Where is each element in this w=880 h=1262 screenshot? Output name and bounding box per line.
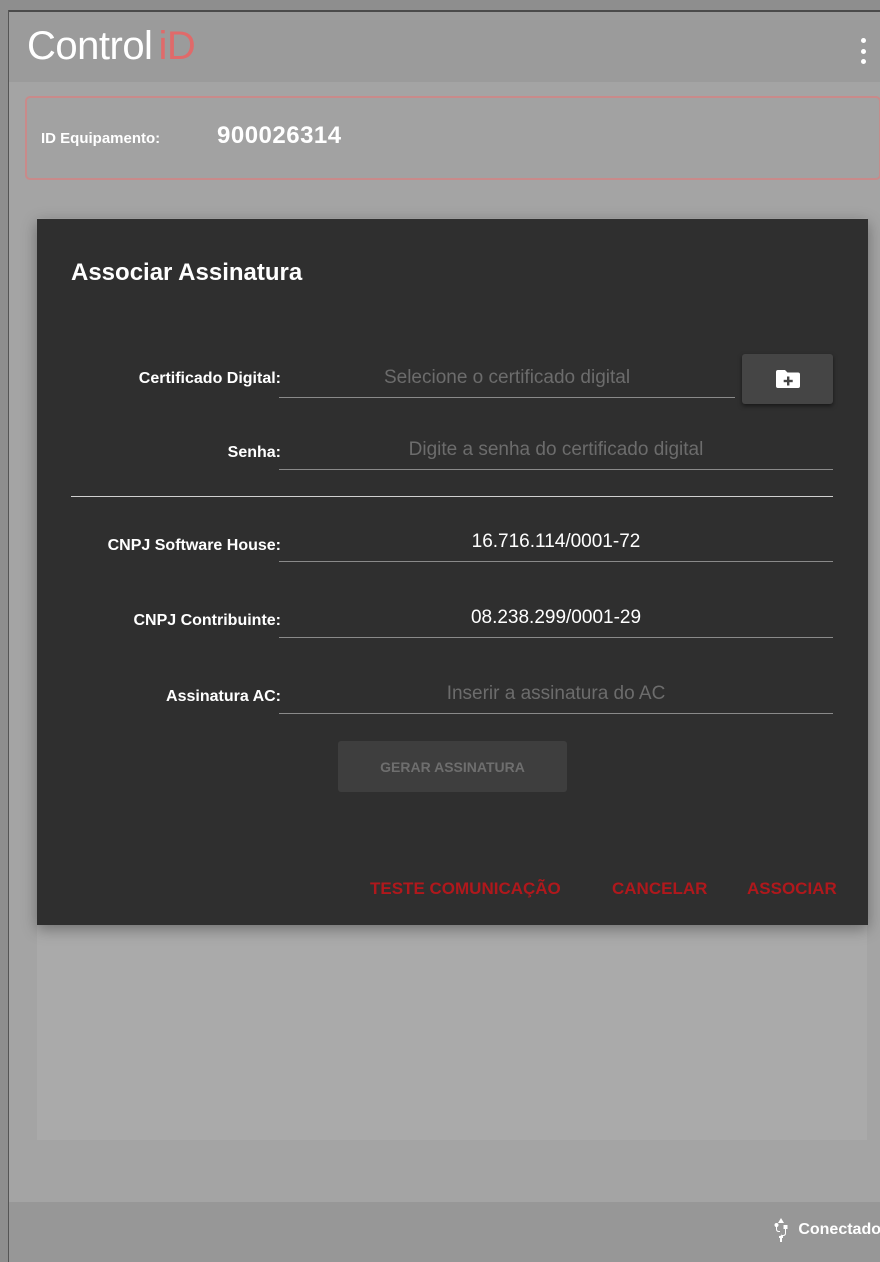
status-bar: Conectado bbox=[9, 1202, 880, 1262]
cnpj-software-label: CNPJ Software House: bbox=[107, 537, 281, 554]
more-vert-icon[interactable] bbox=[859, 38, 867, 64]
top-app-bar: Control iD bbox=[9, 10, 880, 82]
logo-accent: iD bbox=[158, 24, 196, 68]
password-field[interactable]: Digite a senha do certificado digital bbox=[279, 430, 833, 470]
dialog-title: Associar Assinatura bbox=[71, 259, 303, 286]
associate-signature-dialog: Associar Assinatura Certificado Digital:… bbox=[37, 219, 868, 925]
cnpj-software-field[interactable]: 16.716.114/0001-72 bbox=[279, 522, 833, 562]
signature-field[interactable]: Inserir a assinatura do AC bbox=[279, 674, 833, 714]
logo-main: Control bbox=[27, 24, 153, 68]
test-communication-button[interactable]: TESTE COMUNICAÇÃO bbox=[370, 879, 561, 899]
folder-add-icon bbox=[775, 370, 800, 388]
select-certificate-button[interactable] bbox=[742, 354, 833, 404]
connection-status: Conectado bbox=[772, 1218, 880, 1242]
generate-signature-button[interactable]: GERAR ASSINATURA bbox=[338, 741, 567, 792]
app-window: Control iD ID Equipamento: 900026314 Asso… bbox=[8, 10, 880, 1262]
password-label: Senha: bbox=[227, 444, 281, 461]
connection-status-text: Conectado bbox=[798, 1221, 880, 1238]
device-id-panel: ID Equipamento: 900026314 bbox=[25, 96, 880, 180]
cnpj-taxpayer-label: CNPJ Contribuinte: bbox=[133, 612, 281, 629]
usb-icon bbox=[774, 1218, 788, 1242]
device-id-value: 900026314 bbox=[217, 122, 342, 149]
app-logo: Control iD bbox=[27, 24, 196, 69]
device-id-label: ID Equipamento: bbox=[41, 130, 161, 147]
cnpj-taxpayer-field[interactable]: 08.238.299/0001-29 bbox=[279, 598, 833, 638]
signature-label: Assinatura AC: bbox=[166, 688, 281, 705]
section-divider bbox=[71, 496, 833, 497]
certificate-field[interactable]: Selecione o certificado digital bbox=[279, 358, 735, 398]
certificate-label: Certificado Digital: bbox=[138, 370, 281, 387]
cancel-button[interactable]: CANCELAR bbox=[612, 879, 707, 899]
associate-button[interactable]: ASSOCIAR bbox=[747, 879, 837, 899]
